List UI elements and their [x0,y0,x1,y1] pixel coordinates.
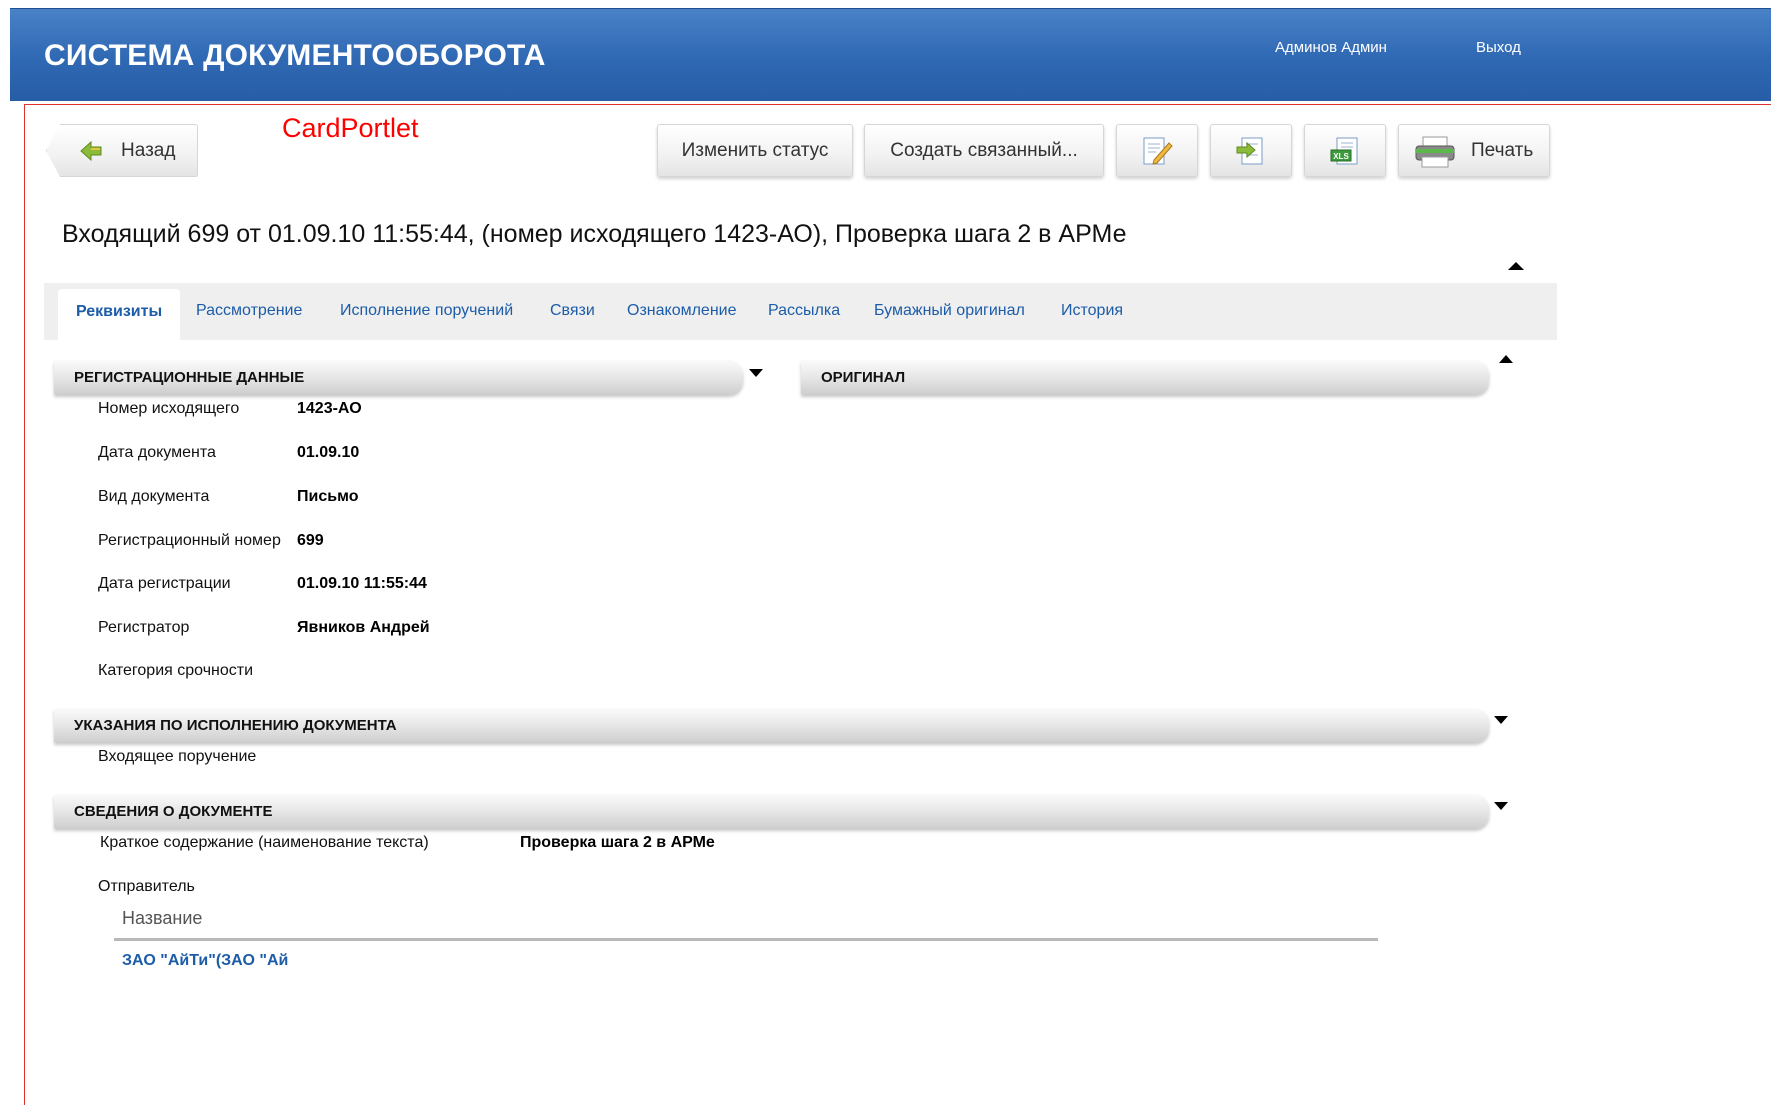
field-value-document-date: 01.09.10 [297,444,360,461]
tab-links[interactable]: Связи [550,302,595,320]
chevron-up-icon[interactable] [1499,355,1513,363]
export-button[interactable] [1210,124,1292,177]
app-title: СИСТЕМА ДОКУМЕНТООБОРОТА [44,39,546,72]
section-header-instructions[interactable]: УКАЗАНИЯ ПО ИСПОЛНЕНИЮ ДОКУМЕНТА [54,708,1489,742]
back-button[interactable]: Назад [46,124,198,177]
sender-table-header-name[interactable]: Название [122,908,202,929]
tab-execution[interactable]: Исполнение поручений [340,302,513,320]
create-related-button[interactable]: Создать связанный... [864,124,1104,177]
edit-document-icon [1143,137,1173,165]
tab-review[interactable]: Рассмотрение [196,302,302,320]
export-document-icon [1236,137,1263,164]
field-value-registrar: Явников Андрей [297,619,430,636]
svg-text:XLS: XLS [1333,152,1349,161]
instruction-item: Входящее поручение [98,748,257,765]
collapse-header-toggle[interactable] [1508,262,1524,270]
change-status-button[interactable]: Изменить статус [657,124,853,177]
tab-requisites[interactable]: Реквизиты [58,289,181,340]
tab-bar: Реквизиты Рассмотрение Исполнение поруче… [44,283,1557,340]
tab-history[interactable]: История [1061,302,1123,320]
sender-table-row-link[interactable]: ЗАО "АйТи"(ЗАО "Ай [122,952,288,970]
chevron-down-icon[interactable] [1494,802,1508,810]
logout-link[interactable]: Выход [1476,39,1521,56]
document-title: Входящий 699 от 01.09.10 11:55:44, (номе… [62,220,1127,248]
field-value-registration-number: 699 [297,532,324,549]
field-label-registration-number: Регистрационный номер [98,532,281,549]
chevron-down-icon[interactable] [1494,716,1508,724]
field-label-document-date: Дата документа [98,444,216,461]
chevron-down-icon[interactable] [749,369,763,377]
field-value-outgoing-number: 1423-АО [297,400,362,417]
tab-mailing[interactable]: Рассылка [768,302,840,320]
field-value-summary: Проверка шага 2 в АРМе [520,834,715,851]
arrow-left-icon [80,140,102,162]
sender-table-divider [114,938,1378,941]
print-button[interactable]: Печать [1398,124,1550,177]
tab-paper-original[interactable]: Бумажный оригинал [874,302,1025,320]
printer-icon [1415,136,1455,168]
field-value-registration-date: 01.09.10 11:55:44 [297,575,427,592]
field-label-registrar: Регистратор [98,619,190,636]
tab-acquaintance[interactable]: Ознакомление [627,302,737,320]
section-header-registration[interactable]: РЕГИСТРАЦИОННЫЕ ДАННЫЕ [54,360,743,394]
field-label-outgoing-number: Номер исходящего [98,400,240,417]
field-label-summary: Краткое содержание (наименование текста) [100,834,429,851]
portlet-label: CardPortlet [282,113,419,143]
xls-export-button[interactable]: XLS [1304,124,1386,177]
xls-export-icon: XLS [1330,137,1358,164]
app-header: СИСТЕМА ДОКУМЕНТООБОРОТА Админов Админ В… [10,8,1771,101]
section-header-original[interactable]: ОРИГИНАЛ [801,360,1489,394]
field-label-registration-date: Дата регистрации [98,575,231,592]
back-button-label: Назад [121,139,176,161]
current-user-name[interactable]: Админов Админ [1275,39,1387,56]
field-label-sender: Отправитель [98,878,195,895]
field-value-document-type: Письмо [297,488,359,505]
field-label-document-type: Вид документа [98,488,210,505]
section-header-document-info[interactable]: СВЕДЕНИЯ О ДОКУМЕНТЕ [54,794,1489,828]
field-label-urgency-category: Категория срочности [98,662,254,679]
print-button-label: Печать [1471,139,1534,161]
edit-button[interactable] [1116,124,1198,177]
